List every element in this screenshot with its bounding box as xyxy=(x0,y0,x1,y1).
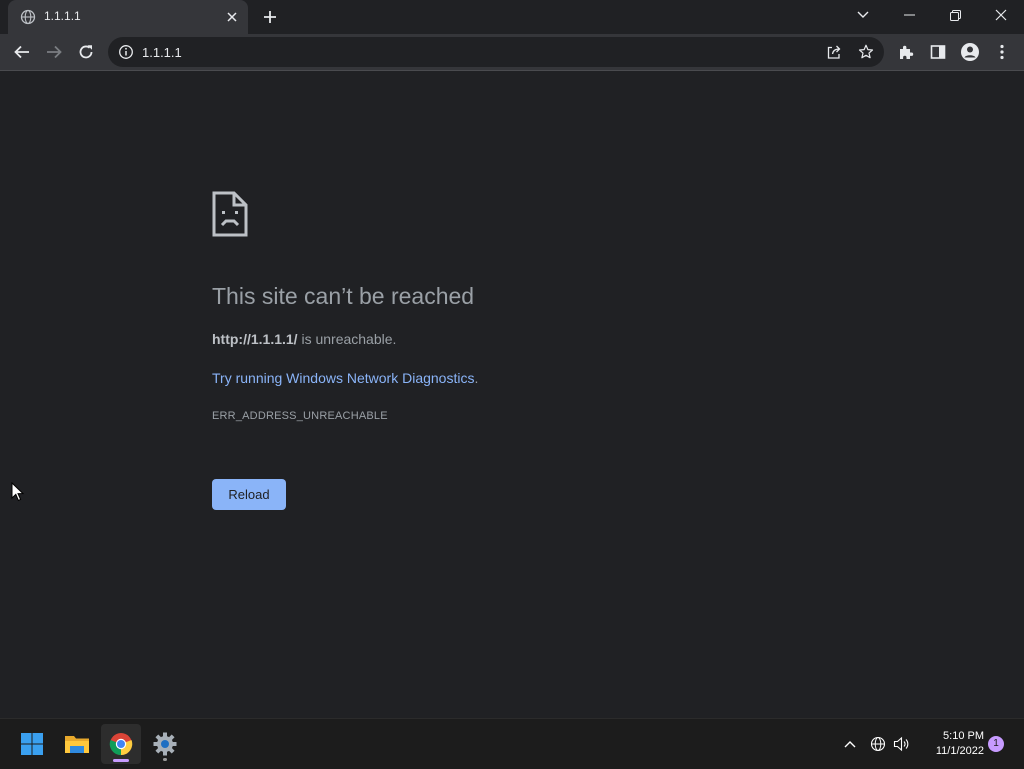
tab-close-icon[interactable] xyxy=(222,7,242,27)
bookmark-star-icon[interactable] xyxy=(856,42,876,62)
network-diagnostics-link[interactable]: Try running Windows Network Diagnostics xyxy=(212,370,474,386)
tab-title: 1.1.1.1 xyxy=(44,9,81,23)
start-icon[interactable] xyxy=(12,724,52,764)
diagnostics-suffix: . xyxy=(474,370,479,386)
address-url: 1.1.1.1 xyxy=(142,45,182,60)
tab-search-chevron-icon[interactable] xyxy=(840,0,886,30)
system-clock[interactable]: 5:10 PM 11/1/2022 xyxy=(918,729,984,759)
clock-time: 5:10 PM xyxy=(943,730,984,742)
reload-button[interactable]: Reload xyxy=(212,479,286,510)
active-app-indicator xyxy=(113,759,129,762)
active-tab[interactable]: 1.1.1.1 xyxy=(8,0,248,34)
error-code: ERR_ADDRESS_UNREACHABLE xyxy=(212,410,388,422)
error-message: http://1.1.1.1/ is unreachable. xyxy=(212,331,396,347)
running-app-indicator xyxy=(163,758,167,761)
diagnostics-line: Try running Windows Network Diagnostics. xyxy=(212,370,478,386)
volume-icon[interactable] xyxy=(892,734,912,754)
settings-icon[interactable] xyxy=(145,724,185,764)
restore-icon[interactable] xyxy=(932,0,978,30)
windows-taskbar: 5:10 PM 11/1/2022 1 xyxy=(0,718,1024,769)
address-bar[interactable]: 1.1.1.1 xyxy=(108,37,884,67)
share-icon[interactable] xyxy=(824,42,844,62)
error-host: http://1.1.1.1/ xyxy=(212,331,298,347)
globe-icon xyxy=(20,9,36,25)
chrome-icon[interactable] xyxy=(101,724,141,764)
error-unreachable-text: is unreachable. xyxy=(297,331,397,347)
browser-toolbar: 1.1.1.1 xyxy=(0,34,1024,71)
forward-arrow-icon[interactable] xyxy=(40,38,68,66)
error-page: This site can’t be reached http://1.1.1.… xyxy=(0,71,1024,718)
new-tab-icon[interactable] xyxy=(258,6,282,28)
extensions-puzzle-icon[interactable] xyxy=(892,38,920,66)
mouse-cursor-icon xyxy=(11,481,25,502)
sad-document-icon xyxy=(212,191,248,237)
profile-avatar-icon[interactable] xyxy=(956,38,984,66)
menu-kebab-icon[interactable] xyxy=(988,38,1016,66)
clock-date: 11/1/2022 xyxy=(935,745,984,757)
chevron-up-icon[interactable] xyxy=(840,734,860,754)
site-info-icon[interactable] xyxy=(118,44,134,60)
back-arrow-icon[interactable] xyxy=(8,38,36,66)
notification-badge[interactable]: 1 xyxy=(988,736,1004,752)
reload-icon[interactable] xyxy=(72,38,100,66)
side-panel-icon[interactable] xyxy=(924,38,952,66)
error-title: This site can’t be reached xyxy=(212,283,475,309)
minimize-icon[interactable] xyxy=(886,0,932,30)
close-window-icon[interactable] xyxy=(978,0,1024,30)
network-globe-icon[interactable] xyxy=(868,734,888,754)
file-explorer-icon[interactable] xyxy=(57,724,97,764)
tab-strip: 1.1.1.1 xyxy=(0,0,1024,34)
